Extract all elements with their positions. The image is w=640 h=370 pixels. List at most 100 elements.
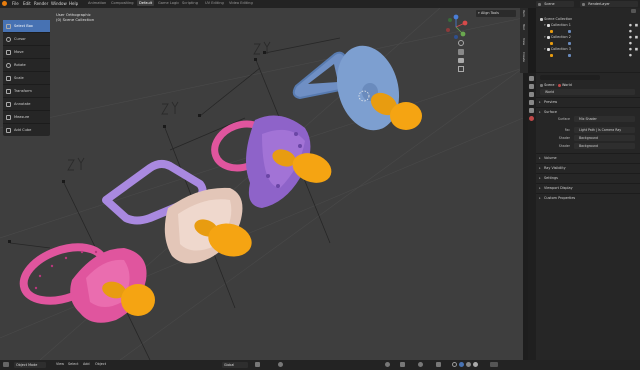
world-props-tab-icon[interactable] <box>529 116 534 121</box>
shader-1-field[interactable]: Background <box>574 135 635 141</box>
menu-file[interactable]: File <box>12 1 19 6</box>
navigation-gizmo[interactable] <box>443 14 469 40</box>
tool-move[interactable]: Move <box>3 46 50 59</box>
scene-props-tab-icon[interactable] <box>529 108 534 113</box>
tool-label: Cursor <box>14 37 26 41</box>
section-viewport-display[interactable]: Viewport Display <box>536 183 640 193</box>
blender-logo-icon[interactable] <box>2 1 7 6</box>
menu-help[interactable]: Help <box>69 1 78 6</box>
shading-rendered-icon[interactable] <box>473 362 478 367</box>
camera-icon[interactable] <box>458 58 464 63</box>
mode-selector[interactable]: Object Mode <box>14 362 46 368</box>
tool-select-box[interactable]: Select Box <box>3 20 50 33</box>
visibility-icon[interactable] <box>385 362 390 367</box>
header-menu-add[interactable]: Add <box>83 362 90 366</box>
pacifier-beige[interactable] <box>102 159 255 264</box>
snapping-icon[interactable] <box>255 362 260 367</box>
workspace-tab-game-logic[interactable]: Game Logic <box>158 1 179 5</box>
gizmos-icon[interactable] <box>400 362 405 367</box>
eye-icon[interactable]: ● <box>629 52 632 58</box>
world-icon <box>557 83 561 87</box>
shader-1-label: Shader <box>558 136 570 140</box>
shading-wireframe-icon[interactable] <box>452 362 457 367</box>
outliner-label: Scene Collection <box>544 17 573 21</box>
workspace-tab-scripting[interactable]: Scripting <box>182 1 198 5</box>
scene-selector[interactable]: Scene <box>536 1 574 7</box>
tool-annotate[interactable]: Annotate <box>3 98 50 111</box>
render-props-tab-icon[interactable] <box>529 84 534 89</box>
sidebar-tab-view[interactable]: View <box>522 38 526 50</box>
sidebar-tab-tool[interactable]: Tool <box>522 24 526 36</box>
fac-field[interactable]: Light Path | Is Camera Ray <box>574 127 635 133</box>
pacifier-blue[interactable] <box>292 39 422 138</box>
shading-solid-icon[interactable] <box>459 362 464 367</box>
outliner-label: Collection 3 <box>550 47 571 51</box>
pacifier-pink[interactable] <box>16 237 155 323</box>
workspace-tab-animation[interactable]: Animation <box>88 1 106 5</box>
tool-label: Rotate <box>14 63 26 67</box>
annotate-icon <box>6 101 11 107</box>
3d-viewport[interactable]: User Orthographic (0) Scene Collection ▾… <box>0 8 523 360</box>
sidebar-tab-item[interactable]: Item <box>522 10 526 22</box>
timeline-icon[interactable] <box>490 362 498 367</box>
align-tools-panel[interactable]: ▾ Align Tools <box>476 10 516 17</box>
editor-type-icon[interactable] <box>3 362 9 367</box>
overlays-icon[interactable] <box>418 362 423 367</box>
header-menu-view[interactable]: View <box>56 362 64 366</box>
header-menu-object[interactable]: Object <box>95 362 106 366</box>
section-volume[interactable]: Volume <box>536 153 640 163</box>
tool-transform[interactable]: Transform <box>3 85 50 98</box>
section-custom-properties[interactable]: Custom Properties <box>536 193 640 203</box>
tool-cursor[interactable]: Cursor <box>3 33 50 46</box>
shading-material-icon[interactable] <box>466 362 471 367</box>
shader-2-field[interactable]: Background <box>574 143 635 149</box>
tool-label: Scale <box>14 76 24 80</box>
section-ray-visibility[interactable]: Ray Visibility <box>536 163 640 173</box>
zoom-icon[interactable] <box>458 40 464 46</box>
grid-ortho-icon[interactable] <box>458 66 464 72</box>
expand-arrow-icon: ▾ <box>544 35 546 39</box>
tool-scale[interactable]: Scale <box>3 72 50 85</box>
header-menu-select[interactable]: Select <box>68 362 78 366</box>
expand-arrow-icon: ▾ <box>544 47 546 51</box>
xray-icon[interactable] <box>436 362 441 367</box>
proportional-editing-icon[interactable] <box>278 362 283 367</box>
object-icon <box>550 41 553 45</box>
modifier-icon <box>568 53 572 57</box>
measure-icon <box>6 114 11 120</box>
transform-icon <box>6 88 11 94</box>
output-props-tab-icon[interactable] <box>529 92 534 97</box>
pan-hand-icon[interactable] <box>458 49 464 55</box>
section-preview[interactable]: Preview <box>536 97 640 107</box>
view-layer-props-tab-icon[interactable] <box>529 100 534 105</box>
tool-props-tab-icon[interactable] <box>529 76 534 81</box>
world-datablock-field[interactable]: World <box>540 89 635 95</box>
properties-search-input[interactable] <box>540 75 600 80</box>
surface-shader-field[interactable]: Mix Shader <box>574 116 635 122</box>
pivot-selector[interactable]: Global <box>222 362 248 368</box>
menu-edit[interactable]: Edit <box>23 1 31 6</box>
outliner-filter-icon[interactable] <box>631 9 636 13</box>
expand-arrow-icon: ▾ <box>478 11 480 15</box>
tool-measure[interactable]: Measure <box>3 111 50 124</box>
tool-label: Add Cube <box>14 128 32 132</box>
workspace-tab-default[interactable]: Default <box>137 0 155 6</box>
editor-divider[interactable] <box>528 8 536 73</box>
sidebar-tab-create[interactable]: Create <box>522 52 526 66</box>
section-settings[interactable]: Settings <box>536 173 640 183</box>
tool-add-cube[interactable]: Add Cube <box>3 124 50 136</box>
tool-panel: Select Box Cursor Move Rotate Scale Tran… <box>3 20 50 136</box>
menu-render[interactable]: Render <box>34 1 48 6</box>
outliner-row-child[interactable]: ● <box>536 52 640 58</box>
collection-name: (0) Scene Collection <box>56 17 95 22</box>
tool-rotate[interactable]: Rotate <box>3 59 50 72</box>
workspace-tab-compositing[interactable]: Compositing <box>111 1 134 5</box>
collection-icon <box>546 47 550 51</box>
outliner-label: Collection 1 <box>550 23 571 27</box>
view-layer-selector[interactable]: RenderLayer <box>580 1 638 7</box>
menu-window[interactable]: Window <box>51 1 67 6</box>
modifier-icon <box>568 41 572 45</box>
mode-label: Object Mode <box>16 363 38 367</box>
workspace-tab-video-editing[interactable]: Video Editing <box>229 1 253 5</box>
workspace-tab-uv-editing[interactable]: UV Editing <box>205 1 224 5</box>
